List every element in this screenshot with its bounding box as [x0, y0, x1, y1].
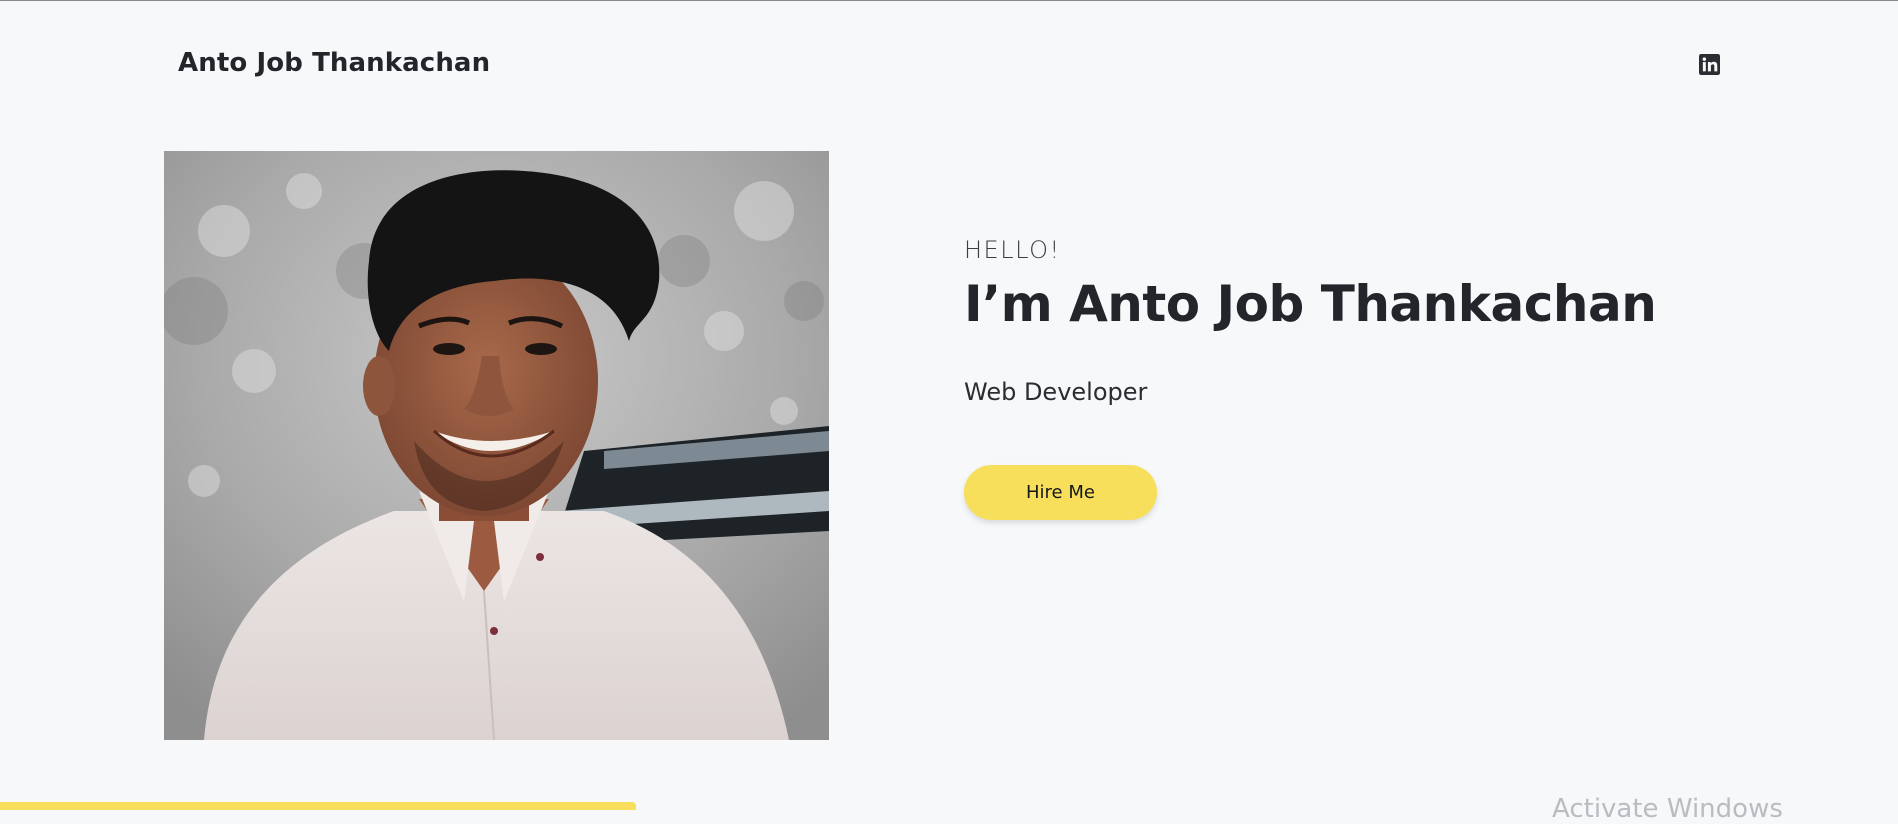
- scroll-progress-fill: [0, 802, 636, 810]
- hero-role: Web Developer: [964, 378, 1148, 406]
- hire-me-button[interactable]: Hire Me: [964, 465, 1157, 520]
- top-border: [0, 0, 1898, 1]
- site-brand[interactable]: Anto Job Thankachan: [178, 48, 490, 78]
- hero-greeting: HELLO!: [964, 236, 1061, 264]
- portrait-photo: [164, 151, 829, 740]
- hero-text-block: HELLO! I’m Anto Job Thankachan Web Devel…: [964, 232, 1657, 408]
- hero-headline: I’m Anto Job Thankachan: [964, 275, 1657, 333]
- linkedin-icon[interactable]: [1699, 54, 1720, 75]
- portrait-illustration: [164, 151, 829, 740]
- activate-windows-watermark: Activate Windows: [1552, 794, 1783, 824]
